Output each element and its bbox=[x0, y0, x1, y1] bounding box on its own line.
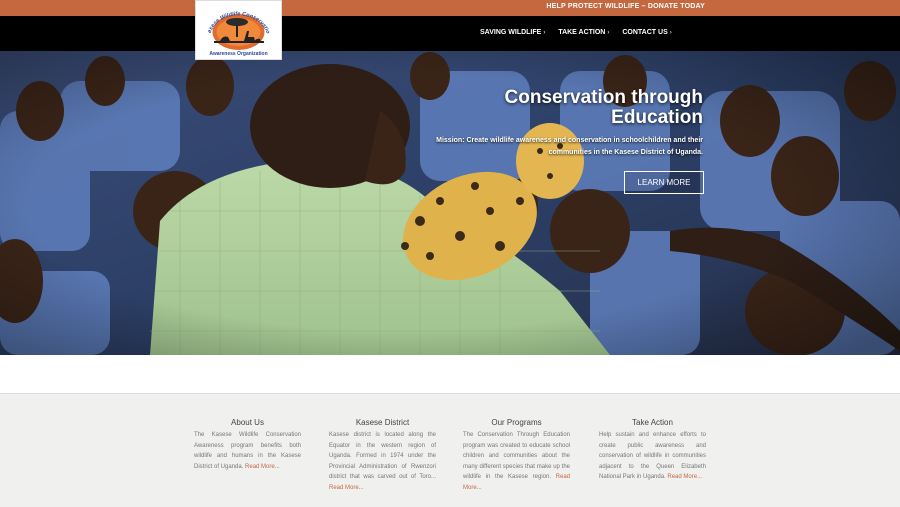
hero-title-line-1: Conservation through bbox=[504, 87, 703, 108]
hero-mission: Mission: Create wildlife awareness and c… bbox=[436, 137, 703, 156]
read-more-link[interactable]: Read More... bbox=[329, 485, 364, 491]
navbar: SAVING WILDLIFE › TAKE ACTION › CONTACT US… bbox=[0, 16, 900, 51]
footer-column-title: Take Action bbox=[632, 418, 673, 427]
footer-column-text: Kasese district is located along the Equ… bbox=[329, 430, 436, 494]
logo-bottom-text: Awareness Organization bbox=[209, 51, 267, 57]
spacer bbox=[0, 355, 900, 393]
nav-item-take-action[interactable]: TAKE ACTION › bbox=[558, 29, 609, 36]
chevron-down-icon: › bbox=[543, 30, 546, 36]
nav-item-saving-wildlife[interactable]: SAVING WILDLIFE › bbox=[480, 29, 545, 36]
hero-slider: Conservation through Education Mission: … bbox=[0, 51, 900, 355]
footer-column-take-action: Take Action Help sustain and enhance eff… bbox=[599, 418, 706, 483]
read-more-link[interactable]: Read More... bbox=[245, 464, 280, 470]
top-bar: HELP PROTECT WILDLIFE – DONATE TODAY bbox=[0, 0, 900, 16]
hero-title-line-2: Education bbox=[611, 107, 703, 128]
chevron-down-icon: › bbox=[607, 30, 610, 36]
donate-link[interactable]: HELP PROTECT WILDLIFE – DONATE TODAY bbox=[546, 3, 705, 10]
footer-column-text: The Conservation Through Education progr… bbox=[463, 430, 570, 494]
footer-column-title: Kasese District bbox=[355, 418, 410, 427]
learn-more-button[interactable]: LEARN MORE bbox=[624, 171, 704, 194]
site-logo[interactable]: Kasese Wildlife Conservation Awareness O… bbox=[195, 0, 282, 60]
nav-item-label: CONTACT US bbox=[622, 29, 668, 36]
footer-column-title: About Us bbox=[231, 418, 264, 427]
main-nav: SAVING WILDLIFE › TAKE ACTION › CONTACT US… bbox=[480, 29, 685, 36]
nav-item-label: TAKE ACTION bbox=[558, 29, 606, 36]
footer-column-our-programs: Our Programs The Conservation Through Ed… bbox=[463, 418, 570, 494]
footer-column-body: Kasese district is located along the Equ… bbox=[329, 432, 436, 481]
footer-column-kasese-district: Kasese District Kasese district is locat… bbox=[329, 418, 436, 494]
nav-item-label: SAVING WILDLIFE bbox=[480, 29, 542, 36]
footer-column-text: Help sustain and enhance efforts to crea… bbox=[599, 430, 706, 483]
read-more-link[interactable]: Read More... bbox=[667, 474, 702, 480]
chevron-down-icon: › bbox=[669, 30, 672, 36]
nav-item-contact-us[interactable]: CONTACT US › bbox=[622, 29, 671, 36]
footer-column-title: Our Programs bbox=[491, 418, 542, 427]
footer-column-text: The Kasese Wildlife Conservation Awarene… bbox=[194, 430, 301, 472]
footer-widgets: About Us The Kasese Wildlife Conservatio… bbox=[0, 393, 900, 507]
footer-column-about-us: About Us The Kasese Wildlife Conservatio… bbox=[194, 418, 301, 472]
footer-column-body: The Conservation Through Education progr… bbox=[463, 432, 570, 481]
hero-title: Conservation through Education bbox=[403, 88, 703, 128]
